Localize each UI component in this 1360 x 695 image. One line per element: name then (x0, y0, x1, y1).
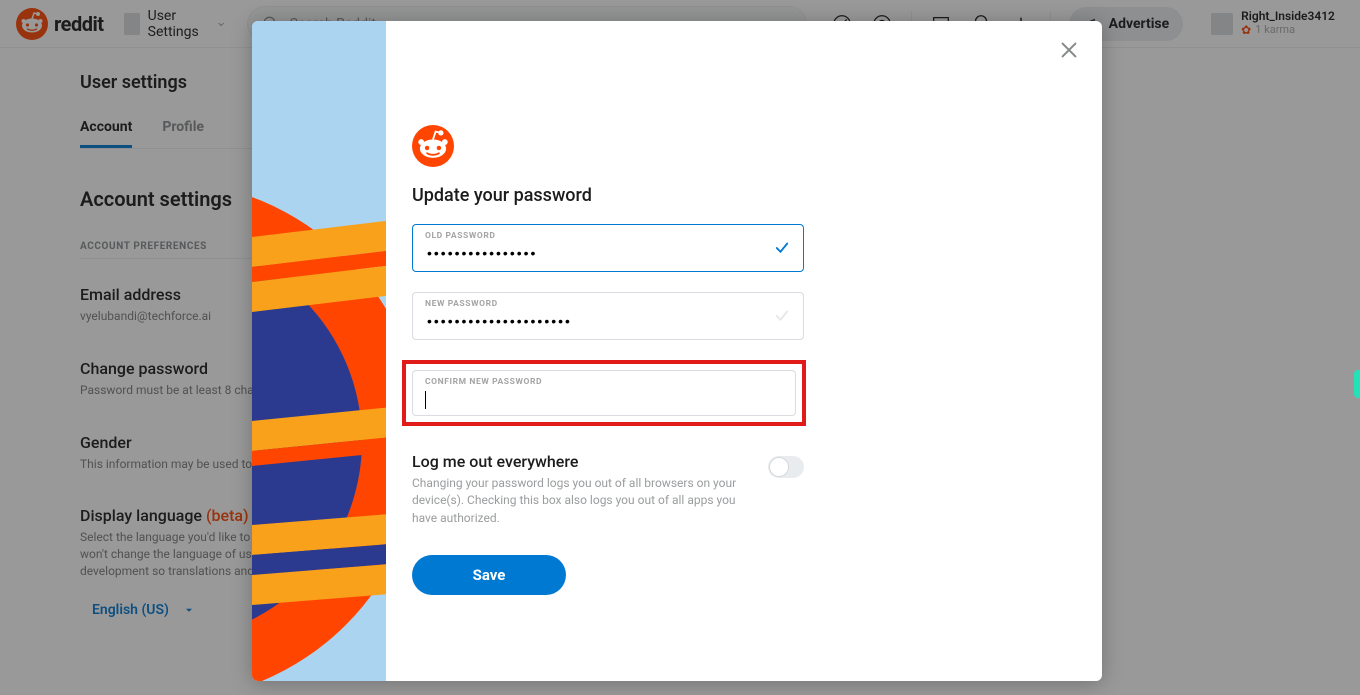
confirm-password-highlight: CONFIRM NEW PASSWORD (402, 360, 806, 426)
confirm-password-label: CONFIRM NEW PASSWORD (425, 377, 542, 387)
new-password-label: NEW PASSWORD (425, 299, 498, 309)
new-password-field[interactable]: NEW PASSWORD (412, 292, 804, 340)
check-icon (773, 307, 791, 329)
close-button[interactable] (1058, 39, 1080, 65)
modal-logo (412, 125, 1052, 171)
check-icon (773, 239, 791, 261)
art-illustration-icon (252, 21, 386, 681)
modal-title: Update your password (412, 185, 1052, 206)
close-icon (1058, 39, 1080, 61)
old-password-field[interactable]: OLD PASSWORD (412, 224, 804, 272)
logout-toggle[interactable] (768, 456, 804, 478)
text-cursor (425, 391, 426, 409)
confirm-password-field[interactable]: CONFIRM NEW PASSWORD (412, 370, 796, 416)
side-accent-tab[interactable] (1354, 370, 1360, 398)
save-label: Save (473, 566, 506, 584)
modal-art-panel (252, 21, 386, 681)
reddit-icon (412, 125, 454, 167)
confirm-password-input[interactable] (425, 390, 755, 408)
new-password-input[interactable] (425, 312, 763, 330)
logout-everywhere-row: Log me out everywhere Changing your pass… (412, 452, 804, 527)
update-password-modal: Update your password OLD PASSWORD NEW PA… (252, 21, 1102, 681)
logout-subtitle: Changing your password logs you out of a… (412, 475, 738, 527)
save-button[interactable]: Save (412, 555, 566, 595)
old-password-input[interactable] (425, 244, 763, 262)
logout-title: Log me out everywhere (412, 452, 738, 471)
old-password-label: OLD PASSWORD (425, 231, 496, 241)
